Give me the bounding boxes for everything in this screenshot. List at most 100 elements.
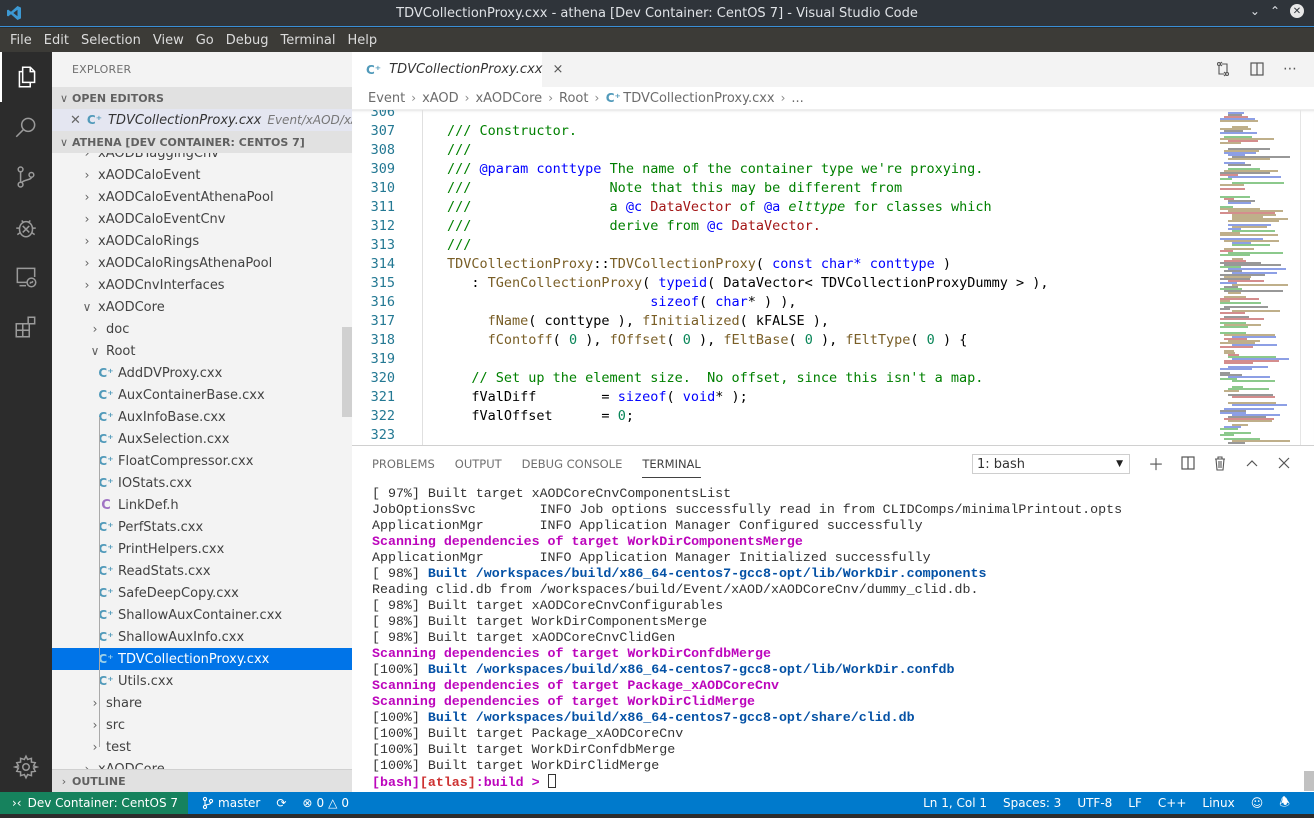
chevron-right-icon: › [61,774,67,788]
tree-item[interactable]: C⁺ ReadStats.cxx [52,560,352,582]
plus-icon[interactable]: ＋ [1147,454,1165,474]
explorer-activity[interactable] [0,52,52,102]
sidebar-scrollbar[interactable] [342,327,352,417]
line-number: 322 [370,408,395,424]
tree-item[interactable]: › xAODCaloEvent [52,164,352,186]
split-terminal-icon[interactable] [1179,454,1197,472]
tree-item[interactable]: › xAODCaloRingsAthenaPool [52,252,352,274]
tree-item[interactable]: C⁺ AuxContainerBase.cxx [52,384,352,406]
tree-item[interactable]: C⁺ TDVCollectionProxy.cxx [52,648,352,670]
tree-item[interactable]: › xAODCaloEventAthenaPool [52,186,352,208]
tab-tdvcollectionproxy[interactable]: C⁺ TDVCollectionProxy.cxx × [352,52,563,87]
menu-item-edit[interactable]: Edit [38,33,75,48]
open-changes-icon[interactable] [1215,61,1231,77]
tree-item[interactable]: C⁺ SafeDeepCopy.cxx [52,582,352,604]
menu-item-go[interactable]: Go [190,33,220,48]
breadcrumb-item[interactable]: TDVCollectionProxy.cxx [623,91,774,106]
code-token: ( [788,332,805,348]
open-editors-header[interactable]: ∨ OPEN EDITORS [52,87,352,109]
minimap[interactable] [1210,110,1300,445]
maximize-icon[interactable]: ⌃ [1270,4,1280,18]
code-line: 320 // Set up the element size. No offse… [352,369,1212,388]
trash-icon[interactable] [1211,454,1229,472]
menu-item-terminal[interactable]: Terminal [275,33,342,48]
tree-item[interactable]: C⁺ Utils.cxx [52,670,352,692]
manage-activity[interactable] [0,742,52,792]
line-endings[interactable]: LF [1120,796,1150,810]
search-activity[interactable] [0,102,52,152]
debug-activity[interactable] [0,202,52,252]
code-editor[interactable]: 306 307 /// Constructor. 308 /// 309 /// @para… [352,109,1314,445]
open-editor-item[interactable]: ✕ C⁺ TDVCollectionProxy.cxx Event/xAOD/x… [52,109,352,131]
sync-button[interactable]: ⟳ [268,796,294,810]
split-editor-icon[interactable] [1249,61,1265,77]
more-actions-icon[interactable]: ⋯ [1283,61,1298,77]
remote-explorer-activity[interactable] [0,252,52,302]
chevron-up-icon[interactable] [1243,454,1261,472]
notifications-bell-icon[interactable]: 🕭 [1271,793,1298,814]
close-icon[interactable] [1275,454,1293,472]
workspace-header[interactable]: ∨ ATHENA [DEV CONTAINER: CENTOS 7] [52,131,352,153]
problems-indicator[interactable]: ⊗ 0 △ 0 [294,796,357,810]
close-icon[interactable]: × [552,62,563,77]
source-control-activity[interactable] [0,152,52,202]
tree-item-label: AuxSelection.cxx [118,431,230,447]
feedback-smiley-icon[interactable]: ☺ [1243,796,1272,810]
close-window-icon[interactable]: ✕ [1290,4,1304,18]
terminal-scrollbar[interactable] [1304,771,1314,791]
terminal-prompt[interactable]: [bash][atlas]:build > [372,774,1302,790]
tree-item[interactable]: C⁺ PrintHelpers.cxx [52,538,352,560]
tree-item[interactable]: › xAODCnvInterfaces [52,274,352,296]
panel-tab-terminal[interactable]: TERMINAL [642,457,701,478]
tree-item[interactable]: C⁺ FloatCompressor.cxx [52,450,352,472]
language-mode[interactable]: C++ [1150,796,1195,810]
tree-item[interactable]: C LinkDef.h [52,494,352,516]
extensions-activity[interactable] [0,302,52,352]
panel-tab-debug-console[interactable]: DEBUG CONSOLE [522,457,623,471]
tree-item[interactable]: C⁺ AddDVProxy.cxx [52,362,352,384]
breadcrumb-item[interactable]: Root [559,91,588,106]
tree-item[interactable]: C⁺ AuxSelection.cxx [52,428,352,450]
breadcrumb-item[interactable]: Event [368,91,405,106]
tree-item[interactable]: › xAODCore [52,758,352,770]
breadcrumb-item[interactable]: xAODCore [475,91,542,106]
tree-item[interactable]: ∨ xAODCore [52,296,352,318]
menu-item-selection[interactable]: Selection [75,33,147,48]
tree-item[interactable]: ∨ Root [52,340,352,362]
tree-item[interactable]: C⁺ IOStats.cxx [52,472,352,494]
menu-item-file[interactable]: File [4,33,38,48]
menu-item-debug[interactable]: Debug [220,33,275,48]
tree-item[interactable]: › xAODBTaggingCnv [52,153,352,164]
breadcrumb-item[interactable]: ... [791,91,803,106]
tree-item[interactable]: › test [52,736,352,758]
tree-item[interactable]: C⁺ PerfStats.cxx [52,516,352,538]
breadcrumb-item[interactable]: xAOD [422,91,459,106]
encoding[interactable]: UTF-8 [1069,796,1120,810]
close-icon[interactable]: ✕ [70,113,81,128]
tree-item[interactable]: C⁺ ShallowAuxContainer.cxx [52,604,352,626]
tree-item[interactable]: › xAODCaloRings [52,230,352,252]
minimize-icon[interactable]: ⌄ [1250,4,1260,18]
tree-item[interactable]: › xAODCaloEventCnv [52,208,352,230]
remote-indicator[interactable]: ›‹ Dev Container: CentOS 7 [0,792,189,814]
code-token: ( DataVector< TDVCollectionProxyDummy > … [707,275,1049,291]
indentation[interactable]: Spaces: 3 [995,796,1069,810]
tree-item[interactable]: › share [52,692,352,714]
tree-item[interactable]: C⁺ ShallowAuxInfo.cxx [52,626,352,648]
tree-item[interactable]: › doc [52,318,352,340]
editor-scrollbar[interactable] [1300,110,1314,445]
menu-item-help[interactable]: Help [341,33,383,48]
panel-tab-problems[interactable]: PROBLEMS [372,457,435,471]
branch-indicator[interactable]: master [194,796,268,810]
tree-item[interactable]: C⁺ AuxInfoBase.cxx [52,406,352,428]
tree-item[interactable]: › src [52,714,352,736]
code-line: 309 /// @param conttype The name of the c… [352,160,1212,179]
os-indicator[interactable]: Linux [1194,796,1242,810]
panel-tab-output[interactable]: OUTPUT [455,457,502,471]
menu-item-view[interactable]: View [147,33,190,48]
terminal-output[interactable]: [ 97%] Built target xAODCoreCnvComponent… [372,486,1302,790]
terminal-selector[interactable]: 1: bash ▼ [972,454,1130,474]
outline-header[interactable]: › OUTLINE [52,769,352,792]
cursor-position[interactable]: Ln 1, Col 1 [915,796,995,810]
chevron-right-icon: › [548,91,553,105]
